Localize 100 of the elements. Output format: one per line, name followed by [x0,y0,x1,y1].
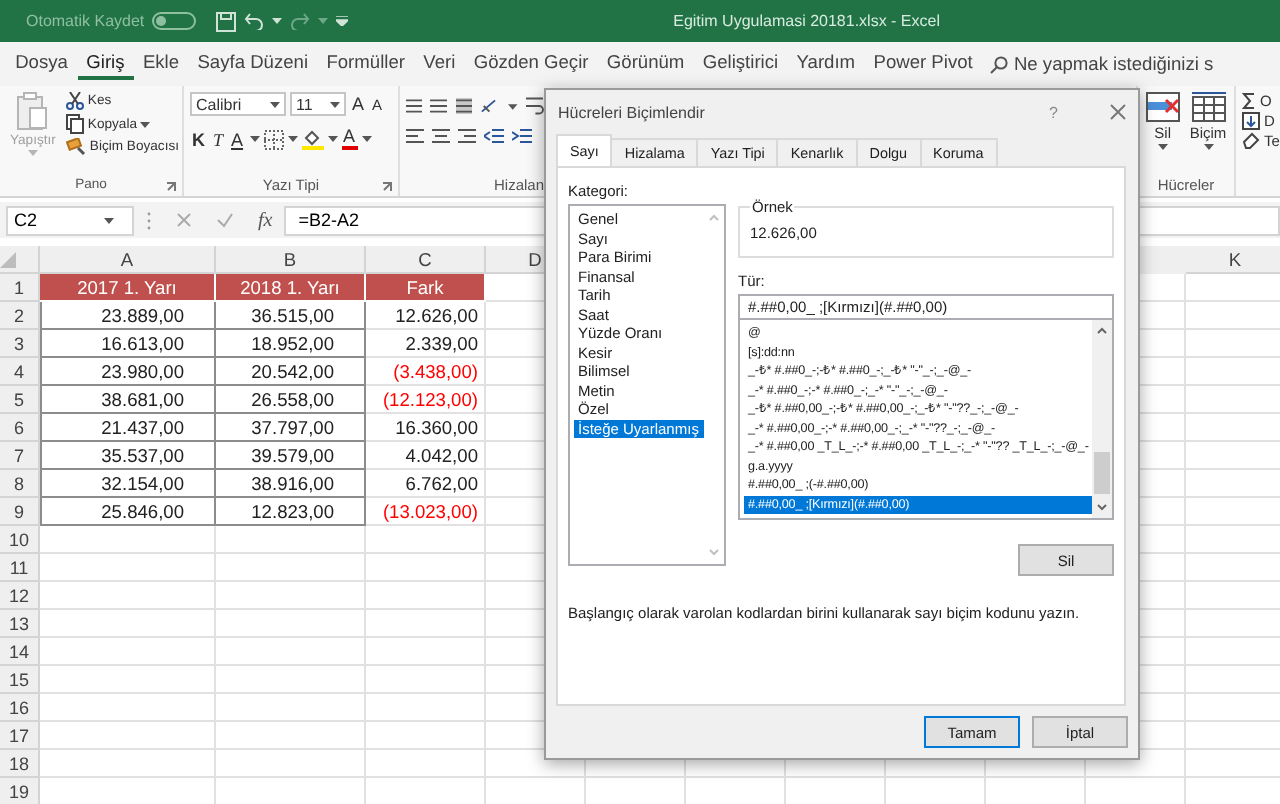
row-header[interactable]: 11 [0,554,40,582]
orientation-icon[interactable] [480,98,500,114]
row-header[interactable]: 8 [0,470,40,498]
table-cell: 12.626,00 [366,302,486,330]
brush-icon [65,138,86,156]
decrease-indent-icon[interactable] [484,128,504,144]
menu-tab[interactable]: Formüller [317,48,415,80]
table-cell: 2.339,00 [366,330,486,358]
table-cell: 23.980,00 [40,358,216,386]
menu-tab[interactable]: Sayfa Düzeni [188,48,318,80]
caret-icon [270,101,280,107]
delete-rows-icon [1145,92,1180,122]
align-bottom-icon[interactable] [455,98,473,114]
row-header[interactable]: 4 [0,358,40,386]
caret-icon [1157,144,1168,150]
underline-button[interactable]: A [229,129,246,149]
row-header[interactable]: 18 [0,750,40,778]
table-cell: 26.558,00 [216,386,366,414]
autosave-toggle[interactable] [152,12,197,30]
table-cell: 25.846,00 [40,498,216,526]
caret-icon [140,121,151,127]
column-header[interactable]: C [366,246,486,274]
font-color-button[interactable]: A [341,128,358,150]
menu-tab[interactable]: Gözden Geçir [464,48,598,80]
row-header[interactable]: 1 [0,274,40,302]
launcher-icon[interactable] [382,182,392,192]
table-cell: 38.681,00 [40,386,216,414]
menu-tab[interactable]: Veri [414,48,465,80]
align-middle-icon[interactable] [430,98,448,114]
wrap-text-icon[interactable] [525,96,545,116]
font-size-field[interactable]: 11 [290,92,346,116]
table-cell: 37.797,00 [216,414,366,442]
window-title: Egitim Uygulamasi 20181.xlsx - Excel [673,12,940,30]
menu-tab[interactable]: Görünüm [597,48,694,80]
table-cell: 39.579,00 [216,442,366,470]
caret-icon [327,136,338,142]
row-header[interactable]: 5 [0,386,40,414]
row-header[interactable]: 3 [0,330,40,358]
increase-indent-icon[interactable] [512,128,532,144]
fill-down-icon [1242,112,1260,130]
borders-icon[interactable] [263,129,284,149]
table-cell: 16.613,00 [40,330,216,358]
fill-color-icon[interactable] [301,128,324,150]
table-cell: 2017 1. Yarı [40,274,216,302]
scroll-up-icon[interactable] [1096,326,1108,334]
name-box[interactable]: C2 [6,205,134,235]
italic-button[interactable]: T [211,129,226,149]
table-cell: Fark [366,274,486,302]
autosave-label: Otomatik Kaydet [26,12,145,30]
row-header[interactable]: 10 [0,526,40,554]
table-cell: 32.154,00 [40,470,216,498]
menu-tab[interactable]: Power Pivot [864,48,982,80]
insert-function-button[interactable]: fx [246,209,285,231]
row-header[interactable]: 19 [0,778,40,804]
menu-tab[interactable]: Ekle [133,48,189,80]
dialog-title: Hücreleri Biçimlendir [558,103,705,121]
customize-icon[interactable] [336,16,349,26]
row-header[interactable]: 14 [0,638,40,666]
column-header[interactable]: B [216,246,366,274]
more-icon [146,211,152,229]
table-cell: 18.952,00 [216,330,366,358]
row-header[interactable]: 9 [0,498,40,526]
align-center-icon[interactable] [432,128,450,144]
sum-icon [1242,92,1256,110]
caret-icon [249,136,260,142]
scrollbar-thumb[interactable] [1094,452,1110,494]
column-header[interactable]: A [40,246,216,274]
table-cell: 36.515,00 [216,302,366,330]
caret-icon [287,136,298,142]
eraser-icon [1242,132,1260,150]
menu-tab[interactable]: Geliştirici [693,48,788,80]
caret-icon [104,217,114,223]
row-header[interactable]: 17 [0,722,40,750]
row-header[interactable]: 15 [0,666,40,694]
row-header[interactable]: 6 [0,414,40,442]
row-header[interactable]: 7 [0,442,40,470]
align-top-icon[interactable] [406,98,423,114]
align-right-icon[interactable] [458,128,476,144]
font-name-field[interactable]: Calibri [190,92,286,116]
save-icon[interactable] [216,11,237,31]
row-header[interactable]: 16 [0,694,40,722]
align-left-icon[interactable] [406,128,424,144]
row-header[interactable]: 13 [0,610,40,638]
row-header[interactable]: 2 [0,302,40,330]
row-header[interactable]: 12 [0,582,40,610]
launcher-icon[interactable] [166,182,176,192]
table-cell: 12.823,00 [216,498,366,526]
close-icon[interactable] [1110,104,1126,120]
menu-tab[interactable]: Dosya [6,48,78,80]
grow-font-button[interactable]: A [350,94,367,114]
menu-tab[interactable]: Giriş [77,48,134,80]
copy-icon [65,114,84,134]
caret-icon [272,18,283,24]
bold-button[interactable]: K [190,129,207,149]
menu-tab[interactable]: Yardım [787,48,865,80]
scroll-down-icon[interactable] [1096,504,1108,512]
table-cell: 2018 1. Yarı [216,274,366,302]
undo-icon[interactable] [244,12,265,30]
search-field[interactable]: Ne yapmak istediğinizi s [1007,54,1214,74]
clipboard-icon [16,92,49,132]
